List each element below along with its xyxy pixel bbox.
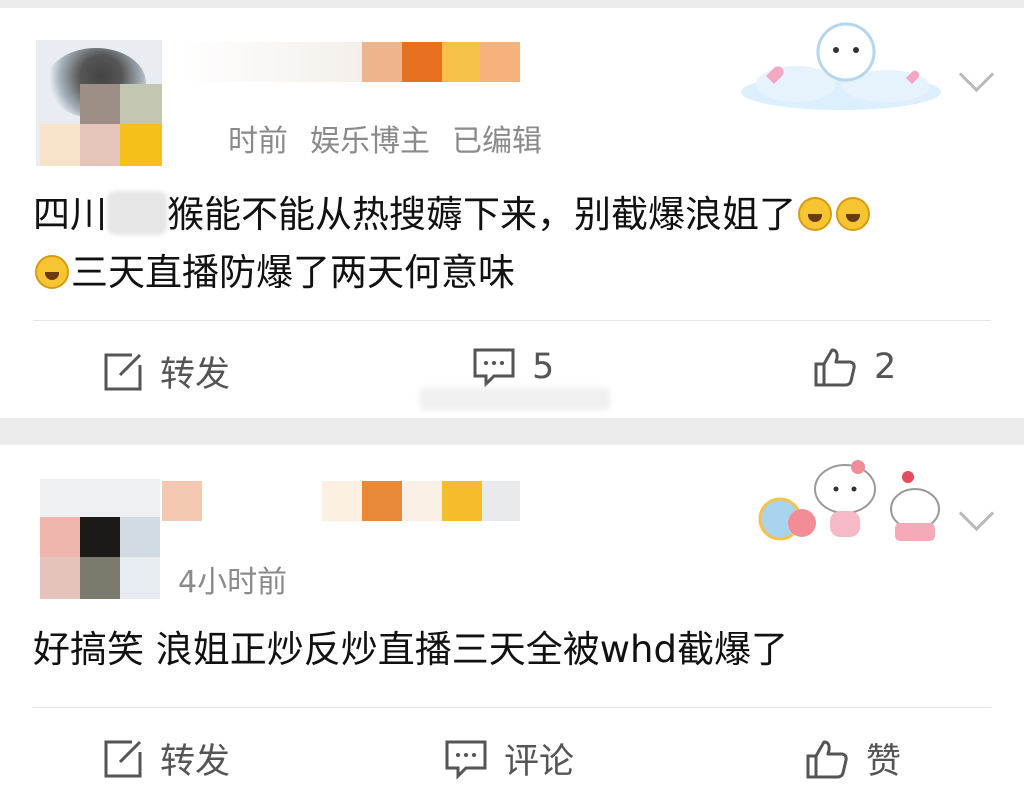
laugh-cry-emoji <box>836 197 870 231</box>
comment-card-1: 时前 娱乐博主 已编辑 四川 猴能不能从热搜薅下来，别截爆浪姐了 三天直播防爆了两天何… <box>0 8 1024 418</box>
repost-icon <box>104 353 142 390</box>
chevron-down-icon[interactable] <box>958 495 995 532</box>
avatar-mosaic <box>40 124 80 166</box>
comment-button[interactable]: 5 <box>472 346 554 388</box>
thumbs-up-icon <box>814 348 856 387</box>
like-button[interactable]: 赞 <box>804 733 901 784</box>
repost-icon <box>104 740 142 777</box>
username-redacted[interactable] <box>182 42 520 82</box>
repost-button[interactable]: 转发 <box>102 733 230 784</box>
comment-label: 评论 <box>504 742 575 782</box>
comment-count: 5 <box>532 347 555 387</box>
avatar-mosaic <box>80 517 120 557</box>
hello-kitty-sticker-icon <box>758 460 940 541</box>
comment-button[interactable]: 评论 <box>444 733 574 784</box>
chevron-down-icon[interactable] <box>958 56 995 93</box>
like-button[interactable]: 2 <box>812 346 896 388</box>
avatar-mosaic <box>80 124 120 166</box>
thumbs-up-icon <box>806 740 848 778</box>
avatar-mosaic <box>80 84 120 124</box>
redacted-text <box>107 191 167 235</box>
avatar-mosaic <box>120 124 162 166</box>
avatar-mosaic <box>40 557 80 599</box>
avatar-mosaic <box>120 517 160 557</box>
comment-text: 四川 猴能不能从热搜薅下来，别截爆浪姐了 三天直播防爆了两天何意味 <box>33 186 993 302</box>
like-label: 赞 <box>866 742 902 782</box>
laugh-cry-emoji <box>35 255 69 289</box>
repost-button[interactable]: 转发 <box>102 346 230 397</box>
blurred-overlay <box>420 388 610 410</box>
divider <box>33 707 991 708</box>
avatar-mosaic <box>40 517 80 557</box>
edited-label: 已编辑 <box>452 124 542 159</box>
repost-label: 转发 <box>160 742 231 782</box>
username-redacted[interactable] <box>162 481 520 521</box>
like-count: 2 <box>874 347 897 387</box>
avatar-mosaic <box>120 557 160 599</box>
timestamp: 4小时前 <box>178 565 288 600</box>
comment-meta: 时前 娱乐博主 已编辑 <box>196 116 564 160</box>
timestamp: 时前 <box>228 124 288 159</box>
user-role: 娱乐博主 <box>310 124 430 159</box>
comment-icon <box>445 740 487 780</box>
repost-label: 转发 <box>160 355 231 395</box>
comment-text: 好搞笑 浪姐正炒反炒直播三天全被whd截爆了 <box>33 628 788 671</box>
comment-icon <box>473 348 515 388</box>
sticker-icon <box>741 22 941 110</box>
avatar[interactable] <box>40 479 160 599</box>
comment-card-2: 4小时前 好搞笑 浪姐正炒反炒直播三天全被whd截爆了 转发 评论 赞 <box>0 445 1024 788</box>
comment-meta: 4小时前 <box>178 557 309 601</box>
avatar-mosaic <box>120 84 162 124</box>
avatar[interactable] <box>36 40 162 166</box>
laugh-cry-emoji <box>798 197 832 231</box>
avatar-mosaic <box>80 557 120 599</box>
divider <box>33 320 991 321</box>
